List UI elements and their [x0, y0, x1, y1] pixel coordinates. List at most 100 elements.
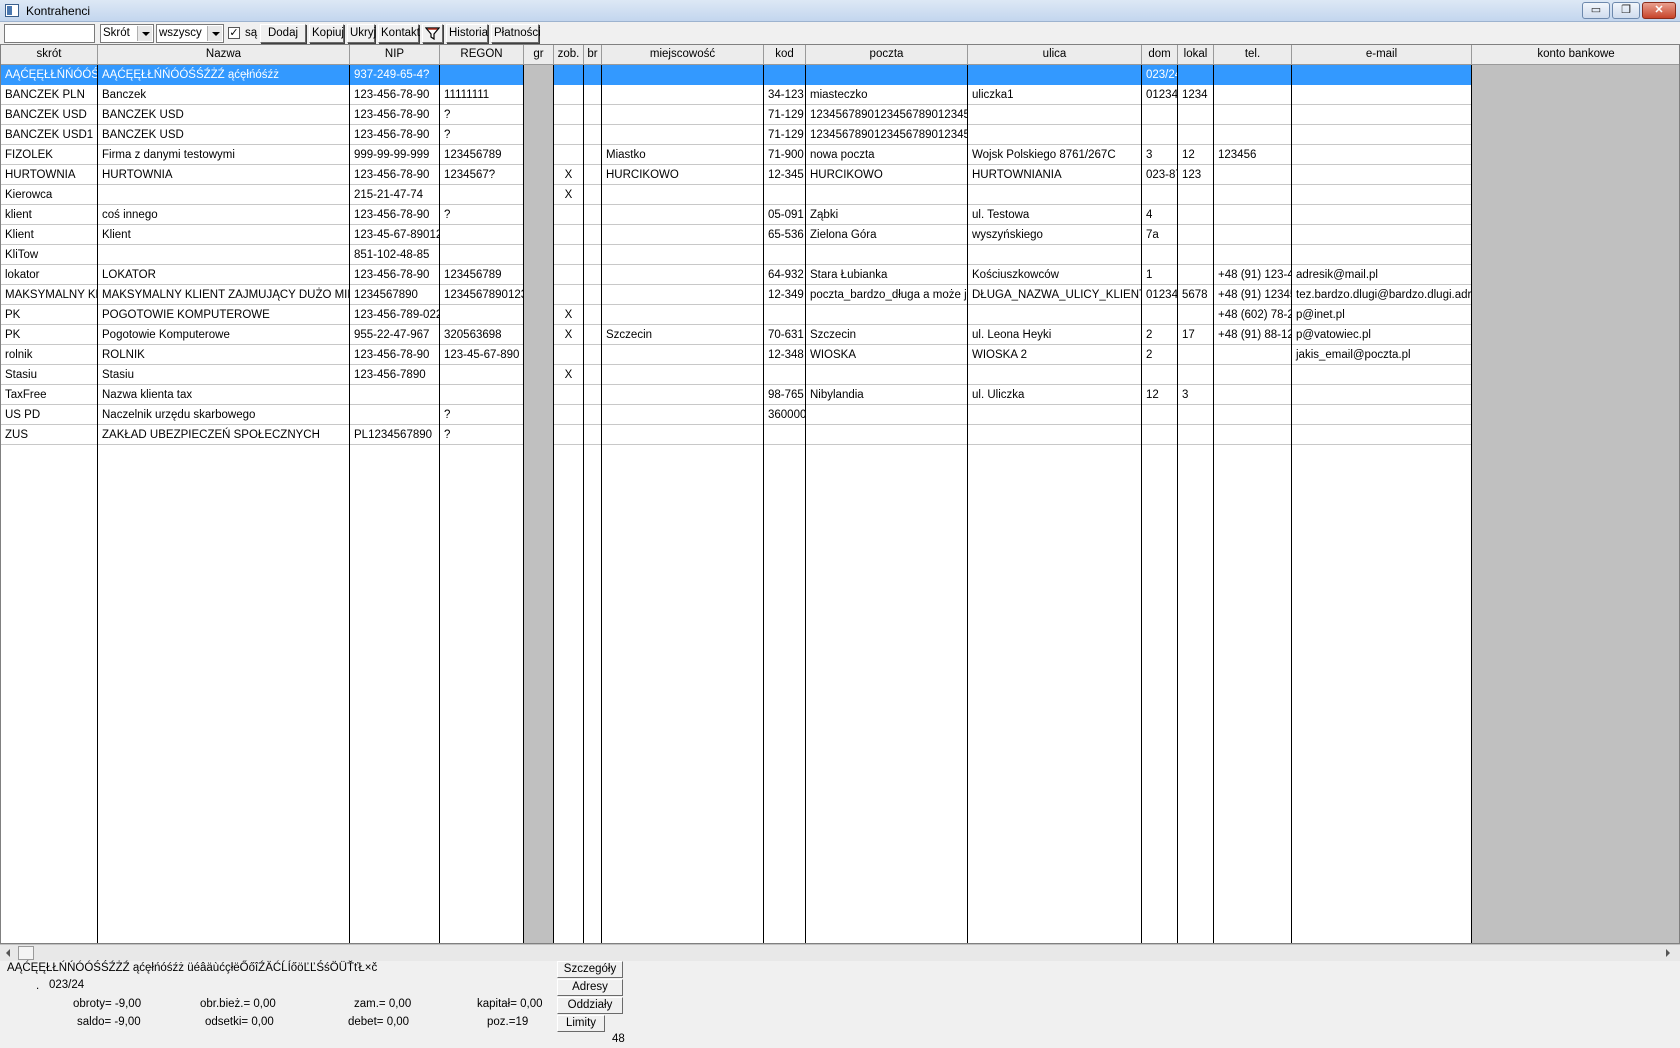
cell-phone[interactable] — [1214, 365, 1291, 385]
cell-name[interactable]: Naczelnik urzędu skarbowego — [98, 405, 349, 425]
cell-street[interactable] — [968, 405, 1141, 425]
cell-city[interactable] — [602, 205, 763, 225]
cell-shortname[interactable]: MAKSYMALNY KLI — [1, 285, 97, 305]
cell-house[interactable] — [1142, 305, 1177, 325]
cell-name[interactable]: MAKSYMALNY KLIENT ZAJMUJĄCY DUŻO MIEJ — [98, 285, 349, 305]
cell-name[interactable]: coś innego — [98, 205, 349, 225]
cell-city[interactable] — [602, 425, 763, 445]
cell-email[interactable]: p@inet.pl — [1292, 305, 1471, 325]
cell-nip[interactable]: 123-456-78-90 — [350, 345, 439, 365]
table-row[interactable]: PK Pogotowie Komputerowe 955-22-47-967 3205… — [1, 325, 1679, 345]
cell-phone[interactable]: 123456 — [1214, 145, 1291, 165]
cell-regon[interactable]: 123456789 — [440, 145, 523, 165]
cell-postcode[interactable]: 12-349 — [764, 285, 805, 305]
cell-zob[interactable] — [554, 385, 583, 405]
cell-unit[interactable] — [1178, 305, 1213, 325]
cell-phone[interactable] — [1214, 205, 1291, 225]
cell-email[interactable]: tez.bardzo.dlugi@bardzo.dlugi.adresik — [1292, 285, 1471, 305]
cell-unit[interactable] — [1178, 65, 1213, 85]
cell-name[interactable] — [98, 185, 349, 205]
cell-regon[interactable]: 11111111 — [440, 85, 523, 105]
scroll-right-icon[interactable] — [1666, 949, 1670, 957]
filter-select[interactable]: wszyscy — [156, 24, 224, 43]
cell-unit[interactable] — [1178, 425, 1213, 445]
cell-postcode[interactable]: 360000 — [764, 405, 805, 425]
table-row[interactable]: KlientKlient123-45-67-89012?K65-536Zielo… — [1, 225, 1679, 245]
cell-email[interactable] — [1292, 245, 1471, 265]
cell-br[interactable] — [584, 385, 601, 405]
cell-email[interactable] — [1292, 365, 1471, 385]
cell-shortname[interactable]: lokator — [1, 265, 97, 285]
cell-postcode[interactable]: 71-129 — [764, 105, 805, 125]
table-row[interactable]: lokatorLOKATOR123-456-78-90123456789K64-… — [1, 265, 1679, 285]
cell-phone[interactable] — [1214, 85, 1291, 105]
cell-city[interactable]: HURCIKOWO — [602, 165, 763, 185]
cell-postcode[interactable] — [764, 65, 805, 85]
copy-button[interactable]: Kopiuj — [309, 24, 344, 43]
cell-email[interactable] — [1292, 225, 1471, 245]
cell-nip[interactable]: 955-22-47-967 — [350, 325, 439, 345]
cell-name[interactable]: LOKATOR — [98, 265, 349, 285]
search-input[interactable] — [4, 24, 95, 43]
cell-br[interactable] — [584, 65, 601, 85]
cell-email[interactable] — [1292, 125, 1471, 145]
cell-zob[interactable] — [554, 245, 583, 265]
cell-phone[interactable] — [1214, 345, 1291, 365]
cell-nip[interactable]: 123-456-78-90 — [350, 125, 439, 145]
cell-phone[interactable] — [1214, 245, 1291, 265]
limits-button[interactable]: Limity — [557, 1015, 605, 1032]
cell-city[interactable] — [602, 265, 763, 285]
cell-br[interactable] — [584, 245, 601, 265]
cell-zob[interactable] — [554, 285, 583, 305]
cell-regon[interactable] — [440, 185, 523, 205]
table-row[interactable]: rolnikROLNIK123-456-78-90123-45-67-890K1… — [1, 345, 1679, 365]
cell-nip[interactable] — [350, 405, 439, 425]
cell-regon[interactable]: 1234567? — [440, 165, 523, 185]
cell-house[interactable] — [1142, 245, 1177, 265]
cell-post[interactable]: WIOSKA — [806, 345, 967, 365]
cell-house[interactable]: 012345 — [1142, 285, 1177, 305]
cell-unit[interactable] — [1178, 245, 1213, 265]
cell-city[interactable] — [602, 125, 763, 145]
cell-post[interactable]: Ząbki — [806, 205, 967, 225]
cell-post[interactable] — [806, 65, 967, 85]
cell-phone[interactable] — [1214, 225, 1291, 245]
cell-zob[interactable] — [554, 125, 583, 145]
column-header-group[interactable]: gr — [524, 45, 554, 65]
branches-button[interactable]: Oddziały — [557, 997, 623, 1014]
cell-postcode[interactable] — [764, 365, 805, 385]
column-header-bank[interactable]: konto bankowe — [1472, 45, 1679, 65]
cell-city[interactable] — [602, 385, 763, 405]
cell-shortname[interactable]: BANCZEK USD1 — [1, 125, 97, 145]
cell-post[interactable] — [806, 425, 967, 445]
column-header-email[interactable]: e-mail — [1292, 45, 1472, 65]
cell-post[interactable]: 12345678901234567890123456 — [806, 105, 967, 125]
cell-post[interactable]: Nibylandia — [806, 385, 967, 405]
cell-regon[interactable]: ? — [440, 425, 523, 445]
cell-house[interactable]: 3 — [1142, 145, 1177, 165]
cell-street[interactable]: ul. Uliczka — [968, 385, 1141, 405]
cell-nip[interactable]: 937-249-65-4? — [350, 65, 439, 85]
cell-house[interactable]: 023/24 — [1142, 65, 1177, 85]
cell-postcode[interactable]: 65-536 — [764, 225, 805, 245]
cell-postcode[interactable]: 12-345 — [764, 165, 805, 185]
table-row[interactable]: BANCZEK PLNBanczek123-456-78-9011111111B… — [1, 85, 1679, 105]
column-header-post[interactable]: poczta — [806, 45, 968, 65]
table-row[interactable]: BANCZEK USDBANCZEK USD123-456-78-90?B71-… — [1, 105, 1679, 125]
cell-street[interactable]: WIOSKA 2 — [968, 345, 1141, 365]
cell-city[interactable] — [602, 85, 763, 105]
cell-city[interactable] — [602, 245, 763, 265]
cell-zob[interactable]: X — [554, 305, 583, 325]
cell-br[interactable] — [584, 305, 601, 325]
cell-postcode[interactable]: 12-348 — [764, 345, 805, 365]
cell-name[interactable]: Klient — [98, 225, 349, 245]
cell-nip[interactable]: 123-456-78-90 — [350, 205, 439, 225]
cell-shortname[interactable]: PK — [1, 325, 97, 345]
cell-phone[interactable] — [1214, 125, 1291, 145]
cell-br[interactable] — [584, 345, 601, 365]
cell-name[interactable]: BANCZEK USD — [98, 125, 349, 145]
cell-br[interactable] — [584, 105, 601, 125]
cell-name[interactable]: POGOTOWIE KOMPUTEROWE — [98, 305, 349, 325]
cell-unit[interactable]: 1234 — [1178, 85, 1213, 105]
cell-shortname[interactable]: FIZOLEK — [1, 145, 97, 165]
